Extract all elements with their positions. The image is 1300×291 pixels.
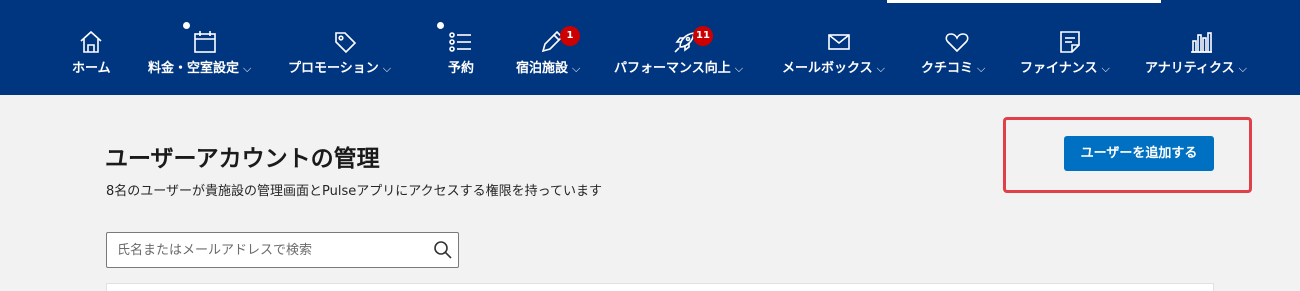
nav-label: 宿泊施設 [516, 61, 569, 76]
note-icon [1056, 28, 1084, 56]
nav-item-property[interactable]: 1 宿泊施設 ⌵ [516, 0, 590, 95]
nav-item-reviews[interactable]: クチコミ ⌵ [921, 0, 995, 95]
notification-dot [437, 22, 444, 29]
chevron-down-icon: ⌵ [1101, 62, 1110, 75]
tag-icon [331, 28, 359, 56]
top-navigation-bar: ホーム 料金・空室設定 ⌵ プロモーション ⌵ 予約 1 宿泊施設 ⌵ 11 パ… [0, 0, 1300, 95]
nav-label: パフォーマンス向上 [614, 61, 731, 76]
chevron-down-icon: ⌵ [572, 62, 581, 75]
nav-label: ホーム [72, 61, 111, 76]
nav-label: プロモーション [288, 61, 379, 76]
calendar-icon [191, 28, 219, 56]
nav-item-finance[interactable]: ファイナンス ⌵ [1020, 0, 1124, 95]
mail-icon [825, 28, 853, 56]
nav-label: 料金・空室設定 [148, 61, 240, 76]
search-icon[interactable] [433, 240, 453, 260]
chevron-down-icon: ⌵ [977, 62, 986, 75]
add-user-button[interactable]: ユーザーを追加する [1064, 136, 1214, 171]
nav-label: メールボックス [782, 61, 873, 76]
nav-label: 予約 [448, 61, 475, 76]
nav-label: クチコミ [921, 61, 974, 76]
nav-label: ファイナンス [1020, 61, 1098, 76]
nav-item-performance[interactable]: 11 パフォーマンス向上 ⌵ [614, 0, 758, 95]
notification-badge: 11 [693, 26, 713, 46]
bar-chart-icon [1187, 28, 1215, 56]
nav-label: アナリティクス [1145, 61, 1235, 76]
chevron-down-icon: ⌵ [243, 62, 252, 75]
nav-item-home[interactable]: ホーム [66, 0, 116, 95]
user-list-card [106, 283, 1214, 291]
nav-item-promotions[interactable]: プロモーション ⌵ [288, 0, 404, 95]
nav-item-reservations[interactable]: 予約 [437, 0, 480, 95]
page-subtitle: 8名のユーザーが貴施設の管理画面とPulseアプリにアクセスする権限を持っていま… [106, 184, 602, 199]
search-input[interactable] [117, 233, 417, 267]
home-icon [77, 28, 105, 56]
nav-item-analytics[interactable]: アナリティクス ⌵ [1145, 0, 1257, 95]
notification-badge: 1 [560, 26, 580, 46]
chevron-down-icon: ⌵ [1238, 62, 1247, 75]
nav-item-rates[interactable]: 料金・空室設定 ⌵ [146, 0, 266, 95]
page-title: ユーザーアカウントの管理 [105, 146, 380, 172]
chevron-down-icon: ⌵ [876, 62, 885, 75]
heart-icon [943, 28, 971, 56]
nav-item-mailbox[interactable]: メールボックス ⌵ [782, 0, 898, 95]
search-box [106, 232, 459, 268]
notification-dot [183, 22, 190, 29]
chevron-down-icon: ⌵ [734, 62, 744, 75]
list-icon [446, 28, 474, 56]
chevron-down-icon: ⌵ [382, 62, 392, 75]
